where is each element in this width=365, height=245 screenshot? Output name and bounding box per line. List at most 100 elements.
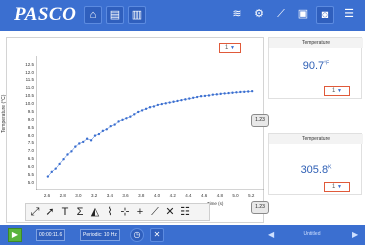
data-point[interactable] [156, 103, 160, 107]
data-point[interactable] [188, 97, 191, 100]
workspace: 1 ▼ Temperature (°C) 12.5 12.0 11.5 11.0 10.… [0, 31, 365, 225]
list-icon[interactable]: ☷ [178, 205, 192, 220]
data-point[interactable] [85, 137, 89, 140]
data-point[interactable] [117, 120, 120, 123]
data-point[interactable] [172, 100, 175, 103]
x-tick-label: 4.2 [169, 193, 176, 198]
data-point[interactable] [93, 134, 97, 137]
tools-icon[interactable]: ✕ [150, 228, 164, 242]
run-selector[interactable]: 1 ▼ [324, 182, 350, 192]
data-point[interactable] [195, 95, 199, 99]
data-point[interactable] [101, 129, 105, 133]
data-point[interactable] [121, 118, 124, 122]
data-point[interactable] [203, 94, 207, 98]
y-tick-label: 7.0 [27, 148, 34, 154]
crosshair-icon[interactable]: + [133, 205, 147, 220]
data-point[interactable] [250, 89, 254, 93]
slope-icon[interactable]: ⟋ [148, 205, 162, 220]
data-point[interactable] [89, 139, 93, 142]
data-point[interactable] [74, 145, 77, 148]
data-point[interactable] [231, 91, 234, 94]
page-label[interactable]: Untitled [282, 229, 342, 241]
data-point[interactable] [207, 94, 211, 97]
data-point[interactable] [58, 162, 61, 166]
previous-page-icon[interactable]: ◀ [268, 229, 274, 241]
camera-icon[interactable]: ◙ [316, 6, 334, 24]
sampling-rate-control[interactable]: Periodic: 10 Hz [80, 229, 120, 241]
data-point[interactable] [148, 106, 152, 109]
delete-icon[interactable]: ✕ [163, 205, 177, 220]
data-point[interactable] [199, 95, 203, 98]
curve-fit-icon[interactable]: ⌇ [103, 205, 117, 220]
data-point[interactable] [227, 91, 230, 95]
statistics-icon[interactable]: Σ [73, 205, 87, 220]
graph-tools-icon[interactable]: ⟋ [272, 6, 290, 24]
data-point[interactable] [192, 96, 195, 99]
run-selector[interactable]: 1 ▼ [219, 43, 241, 53]
data-point[interactable] [105, 128, 108, 131]
digits-value: 90.7°F [302, 60, 330, 72]
menu-icon[interactable]: ☰ [340, 6, 358, 24]
data-point[interactable] [184, 98, 187, 101]
journal-icon[interactable]: ▥ [128, 6, 146, 24]
data-point[interactable] [176, 99, 179, 103]
data-point[interactable] [133, 113, 136, 116]
folder-icon[interactable]: ▣ [294, 6, 312, 24]
data-point[interactable] [160, 102, 163, 106]
x-tick-label: 4.4 [185, 193, 192, 198]
data-point[interactable] [50, 170, 53, 174]
data-point[interactable] [97, 132, 101, 136]
data-point[interactable] [46, 175, 50, 178]
y-scale-pill[interactable]: 1.23 [251, 114, 269, 127]
digits-display-fahrenheit[interactable]: Temperature 90.7°F 1 ▼ [268, 37, 363, 99]
select-arrow-icon[interactable]: ➚ [43, 205, 57, 220]
y-tick-label: 10.0 [25, 101, 34, 107]
data-point[interactable] [144, 107, 148, 111]
data-point[interactable] [223, 92, 226, 95]
data-point[interactable] [82, 140, 85, 144]
y-tick-label: 5.0 [27, 179, 34, 185]
data-point[interactable] [180, 98, 183, 102]
data-point[interactable] [140, 109, 144, 112]
data-point[interactable] [62, 158, 65, 161]
digits-display-kelvin[interactable]: Temperature 305.8K 1 ▼ [268, 133, 363, 195]
data-point[interactable] [70, 150, 73, 153]
data-point[interactable] [243, 90, 246, 94]
graph-panel[interactable]: 1 ▼ Temperature (°C) 12.5 12.0 11.5 11.0 10.… [1, 37, 269, 223]
data-point[interactable] [235, 91, 238, 94]
y-tick-label: 7.5 [27, 140, 34, 146]
data-point[interactable] [168, 101, 171, 104]
x-scale-pill[interactable]: 1.23 [251, 201, 269, 214]
y-axis-title[interactable]: Temperature (°C) [1, 95, 7, 133]
data-point[interactable] [113, 123, 116, 126]
data-point[interactable] [215, 93, 218, 96]
data-point[interactable] [54, 167, 57, 170]
x-tick-label: 3.2 [91, 193, 98, 198]
data-point[interactable] [78, 142, 81, 145]
data-point[interactable] [164, 102, 167, 105]
page-icon[interactable]: ▤ [106, 6, 124, 24]
data-point[interactable] [219, 92, 222, 96]
text-annotation-icon[interactable]: T [58, 205, 72, 220]
data-point[interactable] [211, 93, 215, 96]
start-recording-button[interactable]: ▶ [8, 228, 22, 242]
scale-to-fit-icon[interactable]: ⤢ [28, 205, 42, 220]
home-icon[interactable]: ⌂ [84, 6, 102, 24]
data-point[interactable] [66, 153, 69, 156]
coordinates-icon[interactable]: ⊹ [118, 205, 132, 220]
data-point[interactable] [129, 115, 132, 118]
data-point[interactable] [247, 90, 250, 93]
area-icon[interactable]: ◭ [88, 205, 102, 220]
x-tick-label: 3.6 [122, 193, 129, 198]
timer-icon[interactable]: ◷ [130, 228, 144, 242]
data-point[interactable] [239, 90, 242, 94]
data-plot[interactable] [36, 56, 264, 190]
data-point[interactable] [109, 124, 112, 128]
next-page-icon[interactable]: ▶ [352, 229, 358, 241]
data-point[interactable] [152, 105, 156, 108]
run-selector[interactable]: 1 ▼ [324, 86, 350, 96]
data-point[interactable] [125, 117, 128, 120]
wifi-icon[interactable]: ≋ [228, 6, 246, 24]
data-point[interactable] [137, 110, 140, 114]
sensor-icon[interactable]: ⚙ [250, 6, 268, 24]
